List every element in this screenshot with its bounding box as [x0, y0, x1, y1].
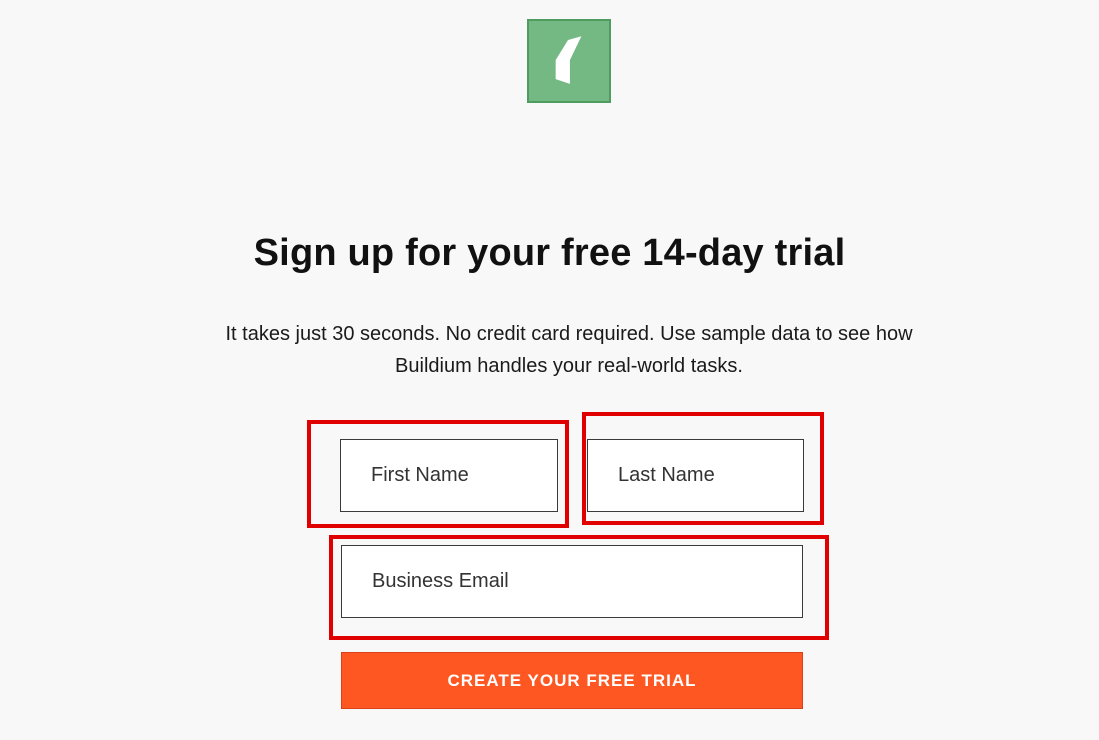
buildium-logo[interactable] — [527, 19, 611, 103]
buildium-logo-icon — [555, 36, 582, 84]
page-title: Sign up for your free 14-day trial — [253, 232, 846, 274]
first-name-input[interactable] — [340, 439, 558, 512]
page-subtitle: It takes just 30 seconds. No credit card… — [225, 323, 913, 377]
last-name-input[interactable] — [587, 439, 804, 512]
create-free-trial-button[interactable]: CREATE YOUR FREE TRIAL — [341, 652, 803, 709]
business-email-input[interactable] — [341, 545, 803, 618]
